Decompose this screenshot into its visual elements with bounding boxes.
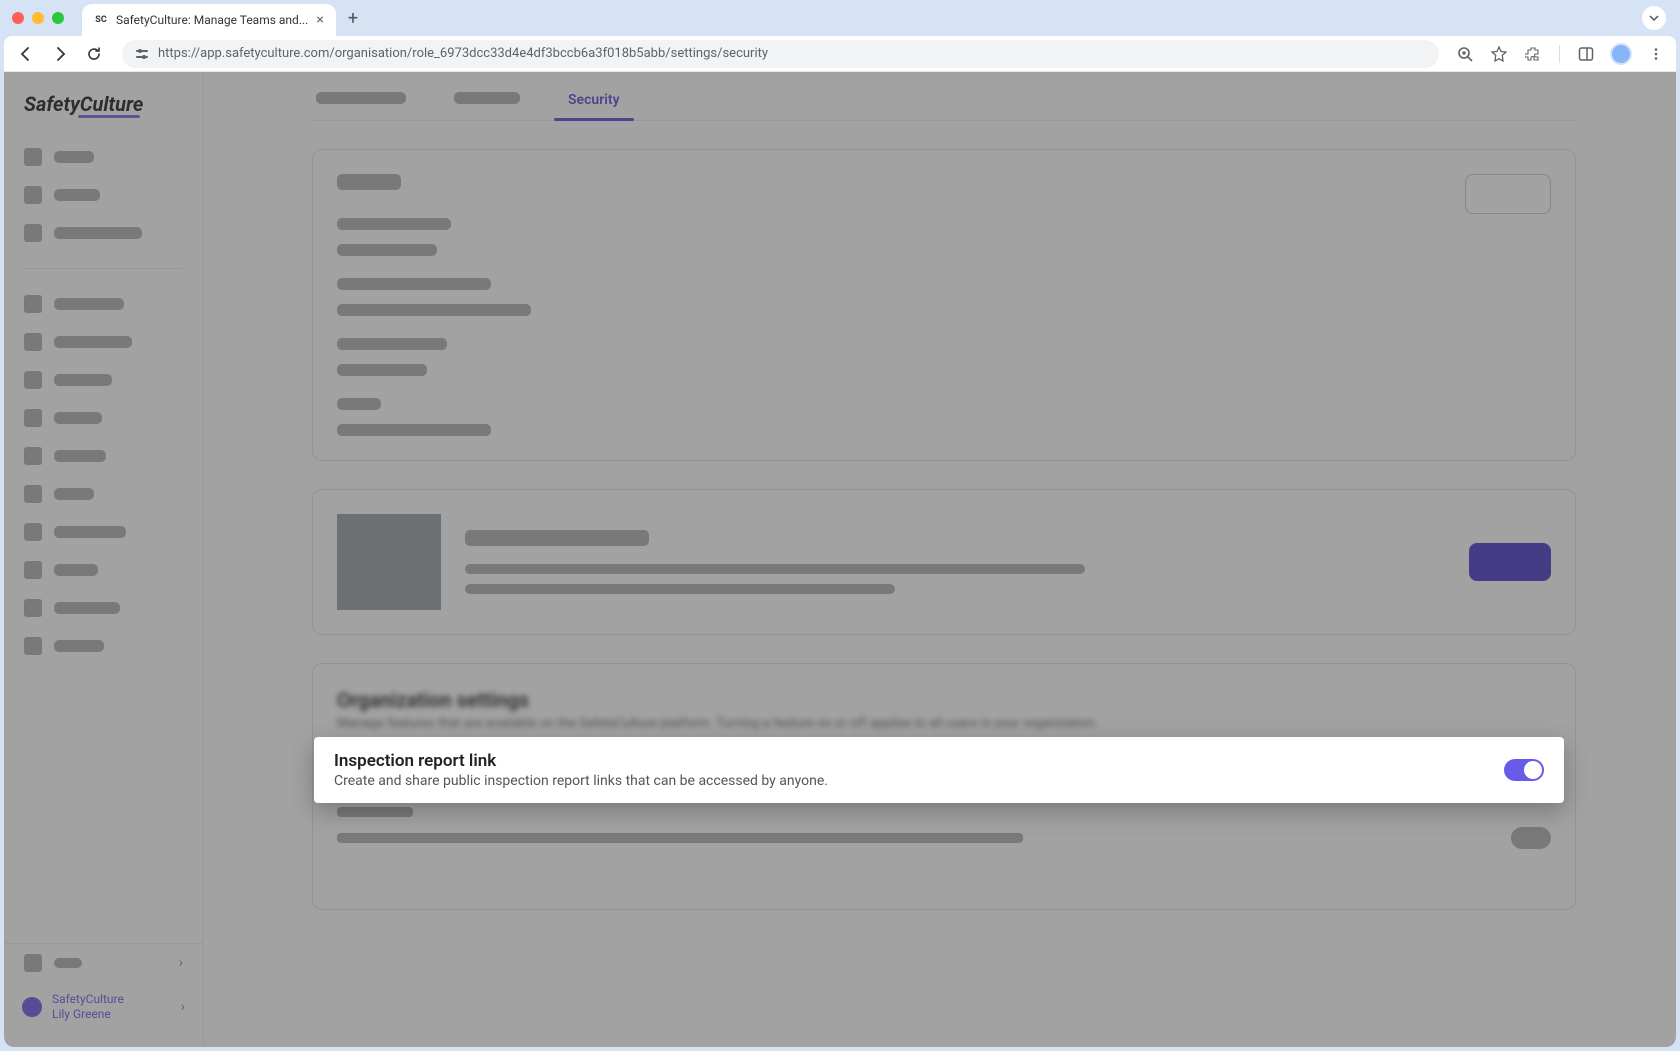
settings-tab[interactable] [450, 84, 524, 120]
arrow-right-icon [52, 46, 68, 62]
settings-tabs: Security [312, 72, 1576, 121]
settings-panel [312, 149, 1576, 461]
sidebar-bottom-item[interactable]: › [4, 944, 203, 982]
panel-primary-button[interactable] [1469, 543, 1551, 581]
sidebar-item[interactable] [4, 214, 203, 252]
maximize-window-button[interactable] [52, 12, 64, 24]
tabs-overflow-button[interactable] [1642, 6, 1666, 30]
tab-close-icon[interactable]: × [316, 12, 323, 28]
site-settings-icon[interactable] [134, 46, 150, 62]
app-logo[interactable]: SafetyCulture [4, 86, 203, 132]
sidebar-divider [24, 268, 183, 269]
traffic-lights [12, 12, 64, 24]
user-info: SafetyCulture Lily Greene [52, 992, 124, 1023]
extensions-icon[interactable] [1523, 44, 1543, 64]
new-tab-button[interactable]: + [348, 8, 358, 29]
sidebar-item[interactable] [4, 323, 203, 361]
sidebar-item[interactable] [4, 138, 203, 176]
setting-description: Create and share public inspection repor… [334, 773, 1504, 789]
menu-icon[interactable] [1646, 44, 1666, 64]
profile-avatar-button[interactable] [1610, 43, 1632, 65]
inspection-report-link-setting: Inspection report link Create and share … [314, 737, 1564, 803]
sidebar-nav-top [4, 132, 203, 258]
sidepanel-icon[interactable] [1576, 44, 1596, 64]
browser-tab[interactable]: SC SafetyCulture: Manage Teams and... × [82, 4, 336, 36]
sidebar-item[interactable] [4, 513, 203, 551]
sidebar-item[interactable] [4, 285, 203, 323]
settings-tab[interactable] [312, 84, 410, 120]
browser-tab-strip: SC SafetyCulture: Manage Teams and... × … [0, 0, 1680, 36]
browser-toolbar: https://app.safetyculture.com/organisati… [4, 36, 1676, 72]
reload-icon [86, 46, 102, 62]
org-settings-subtitle: Manage features that are available on th… [337, 716, 1551, 731]
close-window-button[interactable] [12, 12, 24, 24]
chevron-down-icon [1649, 13, 1659, 23]
sidebar-item[interactable] [4, 176, 203, 214]
tab-title: SafetyCulture: Manage Teams and... [116, 13, 308, 27]
settings-panel [312, 489, 1576, 635]
bookmark-icon[interactable] [1489, 44, 1509, 64]
panel-action-button[interactable] [1465, 174, 1551, 214]
org-settings-title: Organization settings [337, 688, 1551, 712]
tab-favicon: SC [94, 13, 108, 27]
sidebar-bottom: › SafetyCulture Lily Greene › [4, 943, 203, 1033]
inspection-report-link-toggle[interactable] [1504, 759, 1544, 781]
user-org: SafetyCulture [52, 992, 124, 1008]
sidebar-item[interactable] [4, 361, 203, 399]
address-bar[interactable]: https://app.safetyculture.com/organisati… [122, 40, 1439, 68]
minimize-window-button[interactable] [32, 12, 44, 24]
sidebar-user-item[interactable]: SafetyCulture Lily Greene › [4, 982, 203, 1033]
zoom-icon[interactable] [1455, 44, 1475, 64]
forward-button[interactable] [48, 42, 72, 66]
app-root: SafetyCulture [4, 72, 1676, 1047]
user-name: Lily Greene [52, 1007, 124, 1023]
reload-button[interactable] [82, 42, 106, 66]
settings-tab-security[interactable]: Security [564, 84, 624, 120]
back-button[interactable] [14, 42, 38, 66]
toggle-knob [1524, 761, 1542, 779]
url-text: https://app.safetyculture.com/organisati… [158, 46, 1427, 61]
sidebar-item[interactable] [4, 551, 203, 589]
page-viewport: SafetyCulture [4, 72, 1676, 1047]
setting-toggle-placeholder[interactable] [1511, 827, 1551, 849]
chevron-right-icon: › [179, 955, 183, 971]
sidebar-item[interactable] [4, 627, 203, 665]
sidebar: SafetyCulture [4, 72, 204, 1047]
user-avatar-icon [22, 997, 42, 1017]
toolbar-right [1455, 43, 1666, 65]
main-content: Security [204, 72, 1676, 1047]
sidebar-item[interactable] [4, 589, 203, 627]
chevron-right-icon: › [181, 999, 185, 1015]
sidebar-item[interactable] [4, 475, 203, 513]
sidebar-item[interactable] [4, 399, 203, 437]
sidebar-item[interactable] [4, 437, 203, 475]
sidebar-nav-main [4, 279, 203, 671]
setting-title: Inspection report link [334, 751, 1504, 771]
toolbar-divider [1559, 45, 1560, 63]
panel-image-placeholder [337, 514, 441, 610]
arrow-left-icon [18, 46, 34, 62]
